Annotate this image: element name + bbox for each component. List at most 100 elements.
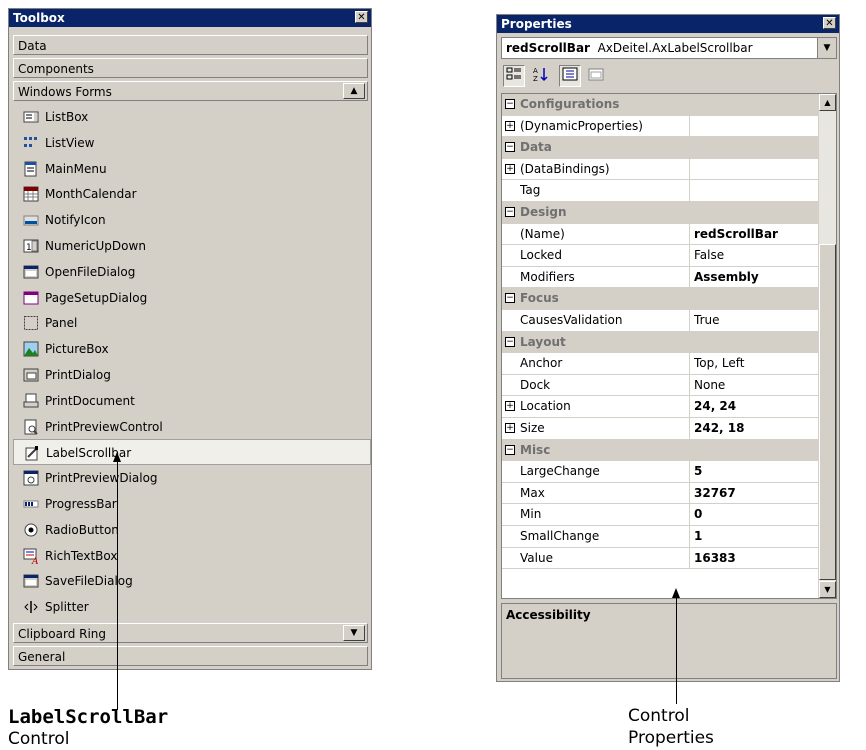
- property-row-tag[interactable]: Tag: [502, 180, 820, 202]
- property-category-layout[interactable]: − Layout: [502, 331, 820, 354]
- scroll-up-arrow-icon[interactable]: ▲: [819, 94, 836, 111]
- scroll-down-arrow-icon[interactable]: ▼: [819, 581, 836, 598]
- collapse-icon[interactable]: −: [505, 336, 515, 347]
- property-value[interactable]: None: [689, 374, 819, 396]
- toolbox-item-listbox[interactable]: ListBox: [13, 104, 371, 130]
- property-row-locked[interactable]: Locked False: [502, 245, 820, 267]
- property-category-focus[interactable]: − Focus: [502, 288, 820, 310]
- toolbox-item-picturebox[interactable]: PictureBox: [13, 336, 371, 362]
- property-category-data[interactable]: − Data: [502, 137, 820, 159]
- toolbox-item-printdialog[interactable]: PrintDialog: [13, 362, 371, 388]
- property-name: (Name): [520, 226, 565, 241]
- property-category-design[interactable]: − Design: [502, 202, 820, 224]
- collapse-icon[interactable]: −: [505, 99, 515, 109]
- toolbox-item-radiobutton[interactable]: RadioButton: [13, 517, 371, 543]
- property-row-location[interactable]: + Location 24, 24: [502, 396, 820, 418]
- toolbox-item-printpreviewcontrol[interactable]: PrintPreviewControl: [13, 414, 371, 440]
- object-selector[interactable]: redScrollBar AxDeitel.AxLabelScrollbar ▼: [501, 37, 837, 59]
- toolbox-item-richtextbox[interactable]: A RichTextBox: [13, 543, 371, 569]
- expand-icon[interactable]: +: [505, 423, 515, 433]
- property-row-value[interactable]: Value 16383: [502, 547, 820, 570]
- toolbox-scroll-down-icon[interactable]: ▼: [343, 625, 365, 641]
- categorized-icon[interactable]: [503, 65, 525, 87]
- collapse-icon[interactable]: −: [505, 142, 515, 153]
- property-value[interactable]: [689, 115, 819, 137]
- expand-icon[interactable]: +: [505, 163, 515, 174]
- property-value[interactable]: 1: [689, 526, 819, 547]
- toolbox-item-mainmenu[interactable]: MainMenu: [13, 156, 371, 182]
- caption-labelscrollbar: LabelScrollBar: [8, 706, 169, 728]
- toolbox-item-openfiledialog[interactable]: OpenFileDialog: [13, 259, 371, 285]
- property-value[interactable]: Top, Left: [689, 353, 819, 374]
- property-row-causesvalidation[interactable]: CausesValidation True: [502, 310, 820, 332]
- toolbox-item-monthcalendar[interactable]: MonthCalendar: [13, 181, 371, 207]
- property-value[interactable]: [689, 158, 819, 180]
- collapse-icon[interactable]: −: [505, 207, 515, 217]
- expand-icon[interactable]: +: [505, 401, 515, 412]
- toolbox-item-splitter[interactable]: Splitter: [13, 594, 371, 620]
- scroll-thumb[interactable]: [819, 244, 836, 580]
- property-row-modifiers[interactable]: Modifiers Assembly: [502, 266, 820, 289]
- object-selector-dropdown-icon[interactable]: ▼: [817, 38, 836, 58]
- property-pages-icon[interactable]: [585, 65, 607, 87]
- description-title: Accessibility: [506, 608, 591, 622]
- toolbox-scroll-up-icon[interactable]: ▲: [343, 83, 365, 99]
- property-row-smallchange[interactable]: SmallChange 1: [502, 526, 820, 548]
- toolbox-close-icon[interactable]: ✕: [355, 11, 368, 23]
- property-row-size[interactable]: + Size 242, 18: [502, 418, 820, 440]
- listview-icon: [23, 135, 39, 151]
- toolbox-item-numericupdown[interactable]: 1 NumericUpDown: [13, 233, 371, 259]
- tab-data[interactable]: Data: [13, 35, 368, 55]
- tab-windows-forms[interactable]: Windows Forms ▲: [13, 81, 368, 101]
- property-grid-scrollbar[interactable]: ▲ ▼: [818, 94, 836, 598]
- property-value[interactable]: 16383: [689, 547, 819, 569]
- properties-close-icon[interactable]: ✕: [823, 17, 836, 29]
- property-value[interactable]: 32767: [689, 482, 819, 504]
- toolbox-item-notifyicon[interactable]: NotifyIcon: [13, 207, 371, 233]
- collapse-icon[interactable]: −: [505, 293, 515, 304]
- property-row-name[interactable]: (Name) redScrollBar: [502, 223, 820, 246]
- toolbox-item-printdocument[interactable]: PrintDocument: [13, 388, 371, 414]
- property-category-configurations[interactable]: − Configurations: [502, 94, 820, 116]
- expand-icon[interactable]: +: [505, 120, 515, 131]
- toolbox-item-label: MainMenu: [45, 161, 107, 176]
- property-value[interactable]: 0: [689, 504, 819, 525]
- property-row-dock[interactable]: Dock None: [502, 374, 820, 397]
- property-value[interactable]: 24, 24: [689, 396, 819, 417]
- category-label: Data: [520, 140, 552, 155]
- collapse-icon[interactable]: −: [505, 444, 515, 455]
- property-value[interactable]: redScrollBar: [689, 223, 819, 245]
- property-category-misc[interactable]: − Misc: [502, 439, 820, 462]
- property-name: (DataBindings): [520, 161, 610, 176]
- toolbox-item-pagesetupdialog[interactable]: PageSetupDialog: [13, 285, 371, 311]
- property-row-dynamicproperties[interactable]: + (DynamicProperties): [502, 115, 820, 138]
- property-name: Size: [520, 421, 545, 435]
- toolbox-item-printpreviewdialog[interactable]: PrintPreviewDialog: [13, 465, 371, 491]
- property-value[interactable]: Assembly: [689, 266, 819, 288]
- toolbox-item-listview[interactable]: ListView: [13, 130, 371, 156]
- property-value[interactable]: True: [689, 310, 819, 331]
- tab-clipboard-ring[interactable]: Clipboard Ring ▼: [13, 623, 368, 643]
- svg-text:A: A: [31, 557, 39, 564]
- property-row-max[interactable]: Max 32767: [502, 482, 820, 505]
- property-value[interactable]: [689, 180, 819, 201]
- alphabetical-icon[interactable]: AZ: [529, 65, 551, 87]
- properties-view-icon[interactable]: [559, 65, 581, 87]
- toolbox-item-progressbar[interactable]: ProgressBar: [13, 491, 371, 517]
- toolbox-item-panel[interactable]: Panel: [13, 310, 371, 336]
- toolbox-item-label: NotifyIcon: [45, 213, 106, 228]
- svg-text:Z: Z: [533, 75, 538, 82]
- property-row-databindings[interactable]: + (DataBindings): [502, 158, 820, 181]
- property-value[interactable]: False: [689, 245, 819, 266]
- progressbar-icon: [23, 496, 39, 512]
- property-value[interactable]: 5: [689, 461, 819, 482]
- tab-general[interactable]: General: [13, 646, 368, 666]
- property-row-largechange[interactable]: LargeChange 5: [502, 461, 820, 483]
- toolbox-item-savefiledialog[interactable]: SaveFileDialog: [13, 568, 371, 594]
- toolbox-item-label: OpenFileDialog: [45, 264, 136, 279]
- property-value[interactable]: 242, 18: [689, 418, 819, 439]
- toolbox-item-labelscrollbar[interactable]: LabelScrollbar: [13, 439, 371, 466]
- tab-components[interactable]: Components: [13, 58, 368, 78]
- property-row-min[interactable]: Min 0: [502, 504, 820, 526]
- property-row-anchor[interactable]: Anchor Top, Left: [502, 353, 820, 375]
